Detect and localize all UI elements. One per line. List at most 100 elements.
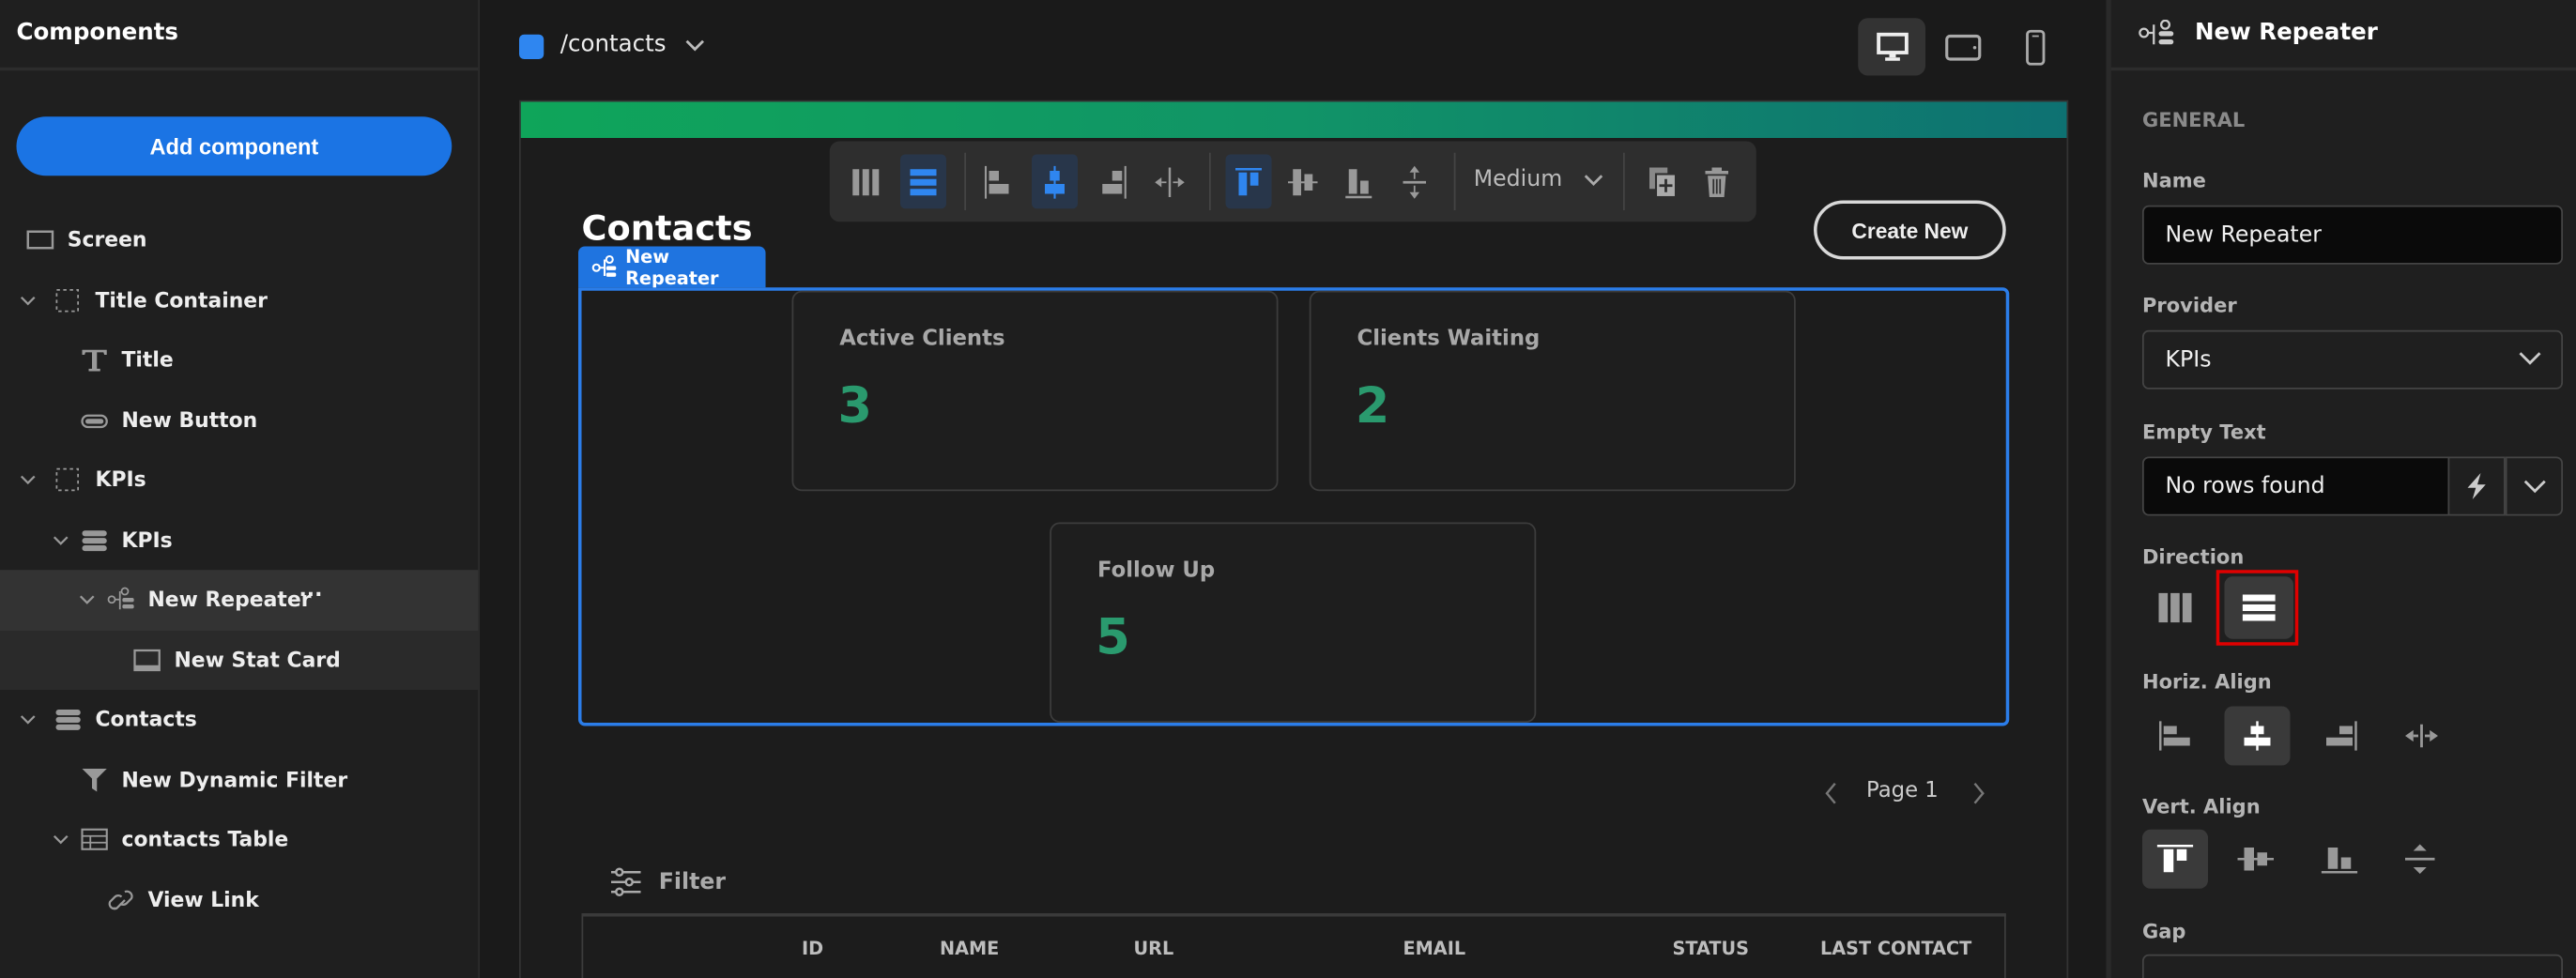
stretch-vertical-icon bbox=[1403, 164, 1426, 198]
tablet-icon bbox=[1944, 34, 1981, 60]
valign-bottom-button[interactable] bbox=[1336, 155, 1382, 209]
tree-item[interactable]: View Link bbox=[0, 870, 478, 930]
chevron-down-icon[interactable] bbox=[20, 711, 37, 728]
empty-text-input[interactable]: No rows found bbox=[2142, 456, 2450, 516]
tree-item[interactable]: New Stat Card bbox=[0, 630, 479, 690]
direction-rows-button[interactable] bbox=[900, 154, 946, 209]
halign-center-option[interactable] bbox=[2224, 706, 2291, 766]
stat-card[interactable]: Follow Up 5 bbox=[1050, 522, 1537, 723]
tree-item[interactable]: Screen bbox=[0, 210, 478, 270]
column-header[interactable]: NAME bbox=[940, 938, 999, 959]
direction-rows-option[interactable] bbox=[2224, 576, 2293, 639]
properties-header: New Repeater bbox=[2110, 0, 2576, 71]
header-bar bbox=[520, 101, 2067, 138]
chevron-down-icon[interactable] bbox=[685, 39, 705, 53]
binding-button[interactable] bbox=[2447, 456, 2506, 516]
properties-title: New Repeater bbox=[2195, 20, 2378, 46]
repeater-icon bbox=[107, 587, 134, 610]
more-options-button[interactable]: ··· bbox=[299, 582, 323, 606]
align-right-button[interactable] bbox=[1089, 155, 1135, 209]
sliders-icon bbox=[611, 867, 641, 896]
direction-label: Direction bbox=[2142, 545, 2245, 569]
tree-item-label: contacts Table bbox=[121, 826, 289, 851]
duplicate-button[interactable] bbox=[1640, 155, 1686, 209]
stat-card-icon bbox=[133, 648, 161, 671]
name-input[interactable]: New Repeater bbox=[2142, 205, 2563, 265]
valign-top-option[interactable] bbox=[2142, 829, 2208, 889]
align-stretch-button[interactable] bbox=[1147, 155, 1193, 209]
tree-item[interactable]: Contacts bbox=[0, 690, 478, 750]
align-center-icon bbox=[2244, 721, 2271, 751]
panel-title: Components bbox=[16, 20, 179, 46]
add-component-button[interactable]: Add component bbox=[16, 116, 452, 176]
database-icon bbox=[55, 710, 81, 730]
text-icon bbox=[82, 349, 107, 372]
chevron-down-icon[interactable] bbox=[20, 292, 37, 309]
gap-label: Gap bbox=[2142, 920, 2186, 943]
chevron-down-icon[interactable] bbox=[1584, 175, 1603, 188]
column-header[interactable]: ID bbox=[802, 938, 823, 959]
next-page-icon[interactable] bbox=[1973, 782, 1986, 805]
tree-item[interactable]: New Repeater ··· bbox=[0, 570, 479, 631]
prev-page-icon[interactable] bbox=[1824, 782, 1837, 805]
name-label: Name bbox=[2142, 169, 2206, 192]
column-header[interactable]: STATUS bbox=[1673, 938, 1750, 959]
filter-button[interactable]: Filter bbox=[609, 865, 726, 898]
chevron-down-icon[interactable] bbox=[2519, 352, 2542, 367]
tablet-view-button[interactable] bbox=[1929, 18, 1997, 75]
desktop-view-button[interactable] bbox=[1858, 18, 1925, 76]
direction-columns-option[interactable] bbox=[2142, 578, 2208, 637]
stat-card[interactable]: Active Clients 3 bbox=[791, 290, 1279, 492]
direction-columns-button[interactable] bbox=[843, 155, 889, 209]
align-center-button[interactable] bbox=[1032, 154, 1078, 209]
stat-value: 2 bbox=[1355, 377, 1390, 436]
chevron-down-icon[interactable] bbox=[53, 531, 69, 548]
repeater-icon bbox=[2139, 20, 2174, 45]
valign-stretch-option[interactable] bbox=[2387, 830, 2453, 889]
halign-left-option[interactable] bbox=[2142, 707, 2208, 766]
stat-label: Follow Up bbox=[1097, 558, 1216, 584]
gap-select[interactable] bbox=[2142, 954, 2563, 978]
tree-item[interactable]: KPIs bbox=[0, 451, 478, 511]
create-new-button[interactable]: Create New bbox=[1814, 200, 2006, 260]
page-path-select[interactable]: /contacts bbox=[560, 31, 667, 57]
tree-item[interactable]: KPIs bbox=[0, 510, 478, 570]
page-color-icon bbox=[519, 34, 544, 59]
tree-item[interactable]: contacts Table bbox=[0, 810, 478, 870]
empty-text-label: Empty Text bbox=[2142, 420, 2266, 444]
repeater-icon bbox=[591, 254, 617, 276]
stat-label: Clients Waiting bbox=[1357, 327, 1541, 352]
valign-middle-button[interactable] bbox=[1280, 155, 1326, 209]
database-icon bbox=[82, 529, 107, 551]
empty-text-options-button[interactable] bbox=[2505, 456, 2563, 516]
provider-select[interactable]: KPIs bbox=[2142, 329, 2563, 390]
stat-card[interactable]: Clients Waiting 2 bbox=[1309, 290, 1796, 492]
button-icon bbox=[81, 413, 108, 428]
delete-button[interactable] bbox=[1694, 155, 1740, 209]
mobile-view-button[interactable] bbox=[2001, 18, 2069, 75]
valign-bottom-option[interactable] bbox=[2307, 830, 2372, 889]
valign-middle-option[interactable] bbox=[2223, 830, 2289, 889]
chevron-down-icon[interactable] bbox=[79, 591, 96, 608]
gap-select[interactable]: Medium bbox=[1474, 166, 1562, 192]
column-header[interactable]: LAST CONTACT bbox=[1820, 938, 1971, 959]
valign-stretch-button[interactable] bbox=[1391, 155, 1437, 209]
column-header[interactable]: URL bbox=[1134, 938, 1174, 959]
tree-item[interactable]: New Dynamic Filter bbox=[0, 750, 478, 810]
repeater-selection-tag[interactable]: New Repeater bbox=[578, 246, 766, 288]
column-header[interactable]: EMAIL bbox=[1403, 938, 1466, 959]
tree-item[interactable]: New Button bbox=[0, 390, 478, 451]
align-left-button[interactable] bbox=[976, 155, 1022, 209]
chevron-down-icon[interactable] bbox=[20, 471, 37, 488]
valign-middle-icon bbox=[2237, 848, 2274, 871]
page-title[interactable]: Contacts bbox=[582, 208, 753, 248]
stretch-vertical-icon bbox=[2405, 844, 2435, 874]
halign-stretch-option[interactable] bbox=[2389, 707, 2455, 766]
tree-item[interactable]: Title Container bbox=[0, 270, 478, 330]
tree-item-label: Title Container bbox=[95, 286, 268, 312]
valign-top-button[interactable] bbox=[1225, 154, 1272, 209]
lightning-icon bbox=[2466, 473, 2485, 499]
tree-item[interactable]: Title bbox=[0, 330, 478, 390]
chevron-down-icon[interactable] bbox=[53, 832, 69, 848]
halign-right-option[interactable] bbox=[2308, 707, 2374, 766]
